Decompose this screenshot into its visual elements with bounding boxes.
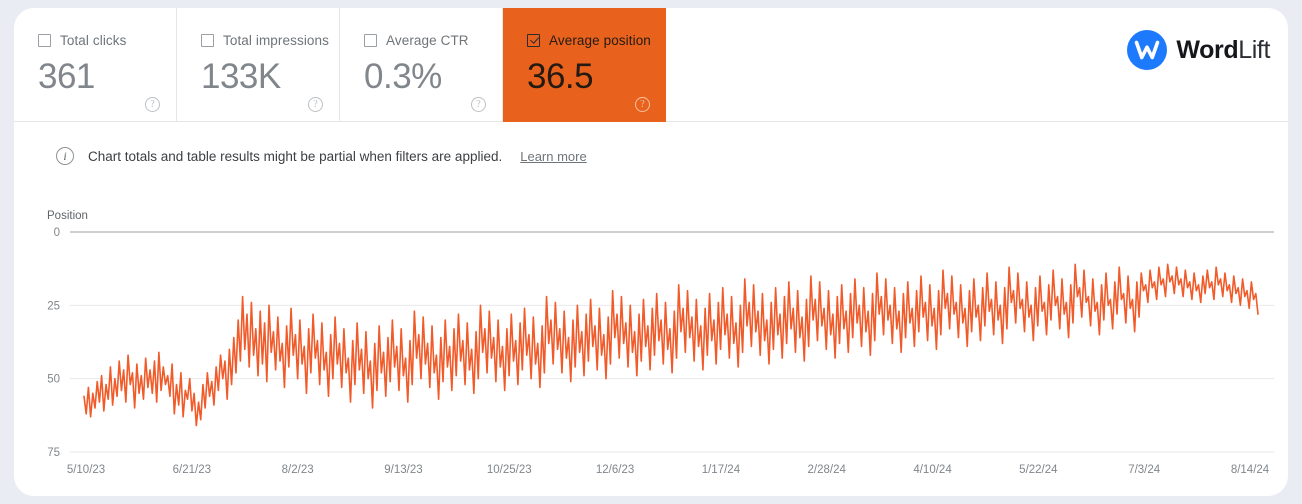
help-icon[interactable]: ? [635, 97, 650, 112]
metrics-row: Total clicks 361 ? Total impressions 133… [14, 8, 1288, 122]
x-tick-label: 7/3/24 [1128, 464, 1161, 476]
metric-value: 133K [201, 57, 281, 96]
metric-card-total-clicks[interactable]: Total clicks 361 ? [14, 8, 177, 122]
total-clicks-checkbox[interactable] [38, 33, 51, 47]
page-root: Total clicks 361 ? Total impressions 133… [0, 0, 1302, 504]
metric-card-average-ctr[interactable]: Average CTR 0.3% ? [340, 8, 503, 122]
x-tick-label: 4/10/24 [913, 464, 952, 476]
metric-value: 36.5 [527, 57, 594, 96]
chart-line-average-position [83, 263, 1259, 427]
position-chart[interactable]: Position 0 25 50 75 5/10/23 6/21/23 8/2/23 9/13/… [14, 188, 1288, 488]
help-icon[interactable]: ? [308, 97, 323, 112]
total-impressions-checkbox[interactable] [201, 33, 214, 47]
metric-head: Average CTR [364, 32, 502, 48]
x-tick-label: 8/2/23 [282, 464, 314, 476]
metric-head: Total clicks [38, 32, 176, 48]
metric-label: Total impressions [223, 32, 329, 48]
metric-label: Average position [549, 32, 651, 48]
y-axis-title: Position [47, 210, 88, 222]
chart-svg: Position 0 25 50 75 5/10/23 6/21/23 8/2/23 9/13/… [47, 210, 1274, 476]
wordlift-logo: WordLift [1127, 30, 1270, 70]
learn-more-link[interactable]: Learn more [520, 149, 586, 164]
y-tick-label: 75 [47, 447, 60, 459]
notice-text: Chart totals and table results might be … [88, 148, 503, 164]
metric-head: Total impressions [201, 32, 339, 48]
help-icon[interactable]: ? [471, 97, 486, 112]
metric-card-average-position[interactable]: Average position 36.5 ? [503, 8, 666, 122]
wordlift-wordmark: WordLift [1176, 36, 1270, 65]
metric-label: Total clicks [60, 32, 127, 48]
x-tick-label: 12/6/23 [596, 464, 634, 476]
metric-value: 361 [38, 57, 95, 96]
x-tick-label: 10/25/23 [487, 464, 532, 476]
metric-value: 0.3% [364, 57, 442, 96]
x-tick-label: 1/17/24 [702, 464, 741, 476]
wordlift-mark-icon [1127, 30, 1168, 70]
report-card: Total clicks 361 ? Total impressions 133… [14, 8, 1288, 496]
average-ctr-checkbox[interactable] [364, 33, 377, 47]
logo-word-bold: Word [1176, 35, 1239, 64]
help-icon[interactable]: ? [145, 97, 160, 112]
y-tick-label: 25 [47, 300, 60, 312]
average-position-checkbox[interactable] [527, 33, 540, 47]
x-tick-label: 8/14/24 [1231, 464, 1270, 476]
x-tick-label: 2/28/24 [808, 464, 847, 476]
filter-notice: i Chart totals and table results might b… [56, 144, 587, 168]
info-icon: i [56, 147, 74, 165]
x-tick-label: 5/22/24 [1019, 464, 1058, 476]
x-tick-label: 5/10/23 [67, 464, 105, 476]
metric-card-total-impressions[interactable]: Total impressions 133K ? [177, 8, 340, 122]
metric-label: Average CTR [386, 32, 469, 48]
x-tick-label: 9/13/23 [384, 464, 422, 476]
x-tick-label: 6/21/23 [173, 464, 211, 476]
y-tick-label: 50 [47, 374, 60, 386]
metric-head: Average position [527, 32, 666, 48]
logo-word-light: Lift [1238, 35, 1270, 64]
y-tick-label: 0 [54, 227, 60, 239]
